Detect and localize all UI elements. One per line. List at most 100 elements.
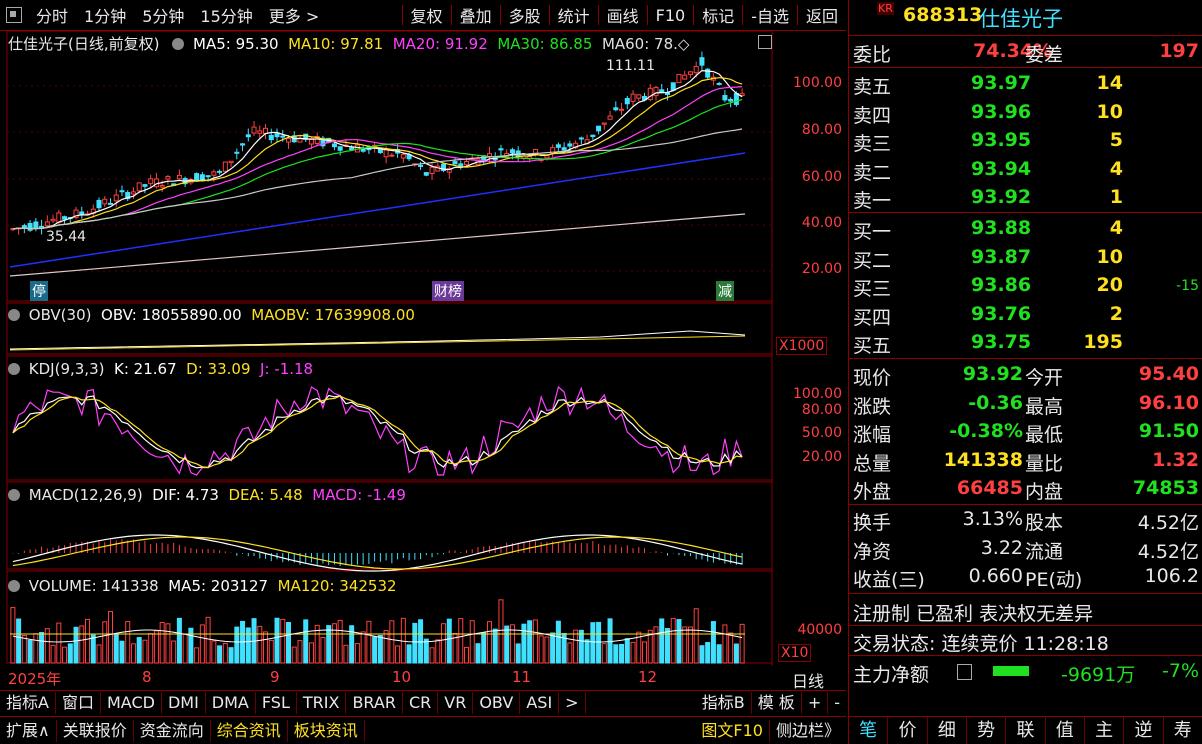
volume-bar [102,621,108,664]
marker-financial[interactable]: 财榜 [432,281,464,301]
side-tab[interactable]: 势 [967,717,1007,744]
buy-level-label: 买四 [853,306,892,329]
side-tab[interactable]: 价 [888,717,928,744]
tab-f10[interactable]: 图文F10 [695,719,770,742]
tab-asi[interactable]: ASI [520,692,560,714]
side-tab[interactable]: 值 [1046,717,1085,744]
fund-value-2: 106.2 [1144,565,1199,587]
sell-price: 93.92 [971,186,1032,208]
tab-window[interactable]: 窗口 [56,692,101,714]
tab-dma[interactable]: DMA [206,692,256,714]
macd-settings-icon[interactable] [8,489,20,501]
candle-body [423,172,429,176]
adjust-button[interactable]: 复权 [403,3,451,27]
stats-button[interactable]: 统计 [550,3,598,27]
tab-indicator-a[interactable]: 指标A [0,692,56,714]
marker-reduce[interactable]: 减 [716,281,734,301]
multi-stock-button[interactable]: 多股 [501,3,549,27]
fund-label-2: PE(动) [1025,569,1083,591]
sell-row: 卖五 93.97 14 [849,70,1202,98]
tab-fund-flow[interactable]: 资金流向 [134,719,211,742]
tab-news[interactable]: 综合资讯 [211,719,288,742]
side-tab[interactable]: 细 [928,717,967,744]
tab-indicator-b[interactable]: 指标B [696,692,752,714]
macd-dea: DEA: 5.48 [228,486,303,504]
y-axis-label-20: 20.00 [801,261,842,277]
volume-name: VOLUME: 141338 [28,577,159,595]
volume-bar [205,616,211,664]
marker-suspend[interactable]: 停 [30,281,48,301]
stat-row: 外盘 66485 内盘 74853 [849,475,1202,503]
period-more[interactable]: 更多 > [261,3,328,27]
volume-bar [297,640,303,664]
candle-body [285,137,292,143]
volume-bar [130,643,136,664]
volume-bar [573,629,579,664]
tab-obv[interactable]: OBV [473,692,521,714]
period-tab-5min[interactable]: 5分钟 [134,3,192,27]
period-tab-1min[interactable]: 1分钟 [76,3,134,27]
buy-price: 93.88 [971,217,1032,239]
kdj-y-20: 20.00 [801,449,842,465]
mainflow-row: 主力净额 -9691万 -7% [849,658,1202,686]
candle-body [624,98,630,105]
draw-line-button[interactable]: 画线 [599,3,647,27]
tab-fsl[interactable]: FSL [256,692,297,714]
list-icon[interactable] [957,664,972,680]
maobv-line [9,335,746,351]
kline-chart-svg[interactable] [0,31,846,666]
tab-sector-news[interactable]: 板块资讯 [288,719,365,742]
zoom-in-button[interactable]: + [802,692,829,714]
buy-row: 买二 93.87 10 [849,244,1202,272]
menu-icon[interactable] [6,7,22,23]
obv-legend: OBV(30) OBV: 18055890.00 MAOBV: 17639908… [8,306,415,324]
volume-bar [291,646,297,664]
sell-price: 93.94 [971,157,1032,180]
stat-label-2: 最低 [1025,424,1064,446]
candle-body [280,135,286,138]
candle-body [664,92,670,96]
kdj-settings-icon[interactable] [8,363,20,375]
remove-watchlist-button[interactable]: -自选 [743,3,797,27]
back-button[interactable]: 返回 [798,3,846,27]
tab-more[interactable]: > [559,692,586,714]
y-axis-label-60: 60.00 [801,169,842,185]
volume-bar [165,623,171,664]
overlay-button[interactable]: 叠加 [452,3,500,27]
tab-dmi[interactable]: DMI [162,692,206,714]
maobv-value: MAOBV: 17639908.00 [251,306,415,324]
tab-vr[interactable]: VR [438,692,474,714]
tab-expand[interactable]: 扩展∧ [0,719,57,742]
stock-tags: 注册制 已盈利 表决权无差异 [853,603,1094,625]
volume-bar [343,644,349,664]
maximize-icon[interactable] [758,35,772,49]
kline-chart-area[interactable]: 仕佳光子(日线,前复权) MA5: 95.30 MA10: 97.81 MA20… [0,31,846,691]
side-tab[interactable]: 主 [1085,717,1125,744]
zoom-out-button[interactable]: - [828,692,846,714]
tab-related-quotes[interactable]: 关联报价 [57,719,134,742]
volume-settings-icon[interactable] [8,580,20,592]
period-tab-timeshare[interactable]: 分时 [28,3,76,27]
top-toolbar: 分时 1分钟 5分钟 15分钟 更多 > 复权 叠加 多股 统计 画线 F10 … [0,0,846,31]
side-tab[interactable]: 寿 [1164,717,1202,744]
f10-button[interactable]: F10 [648,6,694,25]
period-tab-15min[interactable]: 15分钟 [192,3,260,27]
side-tab[interactable]: 逆 [1124,717,1164,744]
obv-value: OBV: 18055890.00 [101,306,242,324]
tab-sidebar[interactable]: 侧边栏》 [770,720,846,742]
tab-cr[interactable]: CR [403,692,439,714]
tab-trix[interactable]: TRIX [297,692,347,714]
mark-button[interactable]: 标记 [694,3,742,27]
volume-bar [624,638,630,664]
obv-settings-icon[interactable] [8,309,20,321]
volume-bar [194,647,200,664]
volume-bar [584,639,590,664]
tab-brar[interactable]: BRAR [346,692,403,714]
volume-bar [90,634,96,664]
settings-icon[interactable] [172,38,185,50]
fund-label: 收益(三) [853,569,925,591]
tab-template[interactable]: 模 板 [752,692,802,714]
side-tab[interactable]: 笔 [849,717,889,744]
tab-macd[interactable]: MACD [101,692,162,714]
side-tab[interactable]: 联 [1006,717,1046,744]
